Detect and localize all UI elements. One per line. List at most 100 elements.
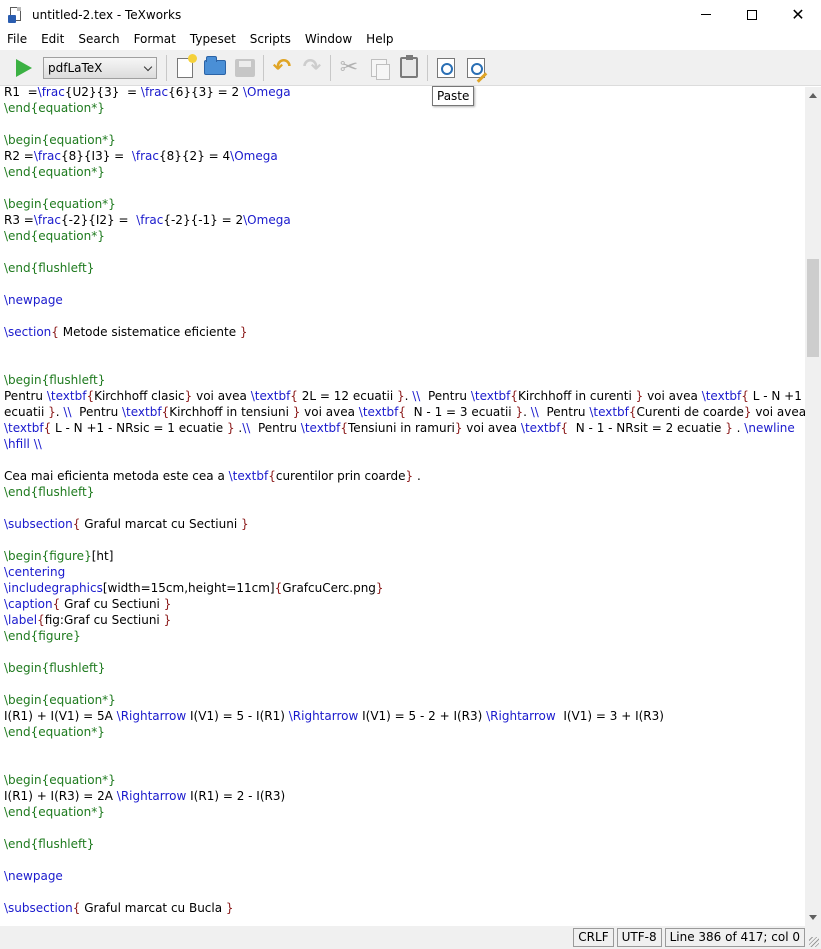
editor-line[interactable]: \subsection{ Graful marcat cu Bucla } (4, 900, 802, 916)
editor-token: \Rightarrow (288, 709, 359, 723)
editor-line[interactable] (4, 308, 802, 324)
editor-line[interactable] (4, 884, 802, 900)
editor-line[interactable]: R3 =\frac{-2}{I2} = \frac{-2}{-1} = 2\Om… (4, 212, 802, 228)
editor-token: Pentru (4, 389, 47, 403)
editor-token: {U2}{3} = (64, 87, 141, 99)
vertical-scrollbar[interactable] (805, 87, 821, 926)
scroll-down-arrow-icon[interactable] (809, 915, 817, 920)
editor-line[interactable]: Pentru \textbf{Kirchhoff clasic} voi ave… (4, 388, 802, 404)
editor-line[interactable] (4, 756, 802, 772)
editor-token: } (240, 517, 249, 531)
scroll-up-arrow-icon[interactable] (809, 93, 817, 98)
editor-line[interactable]: \centering (4, 564, 802, 580)
editor-token: \end{equation*} (4, 165, 105, 179)
editor-line[interactable]: \begin{flushleft} (4, 372, 802, 388)
editor-line[interactable]: \end{flushleft} (4, 260, 802, 276)
editor-line[interactable]: \begin{flushleft} (4, 660, 802, 676)
editor-line[interactable] (4, 852, 802, 868)
toolbar: pdfLaTeX ↶ ↷ ✂ (0, 50, 821, 86)
menu-window[interactable]: Window (298, 29, 359, 50)
editor-line[interactable]: \includegraphics[width=15cm,height=11cm]… (4, 580, 802, 596)
editor-line[interactable]: R1 =\frac{U2}{3} = \frac{6}{3} = 2 \Omeg… (4, 87, 802, 100)
editor-text[interactable]: R1 =\frac{U2}{3} = \frac{6}{3} = 2 \Omeg… (4, 87, 805, 916)
scrollbar-thumb[interactable] (807, 259, 819, 357)
editor-line[interactable]: ecuatii }. \\ Pentru \textbf{Kirchhoff i… (4, 404, 805, 420)
editor-line[interactable]: \end{flushleft} (4, 484, 802, 500)
resize-grip-icon[interactable] (809, 937, 819, 947)
replace-button[interactable] (462, 54, 490, 82)
editor-line[interactable]: \begin{figure}[ht] (4, 548, 802, 564)
paste-button[interactable] (395, 54, 423, 82)
editor-line[interactable]: I(R1) + I(R3) = 2A \Rightarrow I(R1) = 2… (4, 788, 802, 804)
editor-line[interactable] (4, 740, 802, 756)
menu-format[interactable]: Format (127, 29, 183, 50)
editor-line[interactable]: \end{equation*} (4, 804, 802, 820)
editor-line[interactable]: R2 =\frac{8}{I3} = \frac{8}{2} = 4\Omega (4, 148, 802, 164)
menu-edit[interactable]: Edit (34, 29, 71, 50)
undo-button[interactable]: ↶ (268, 54, 296, 82)
editor-line[interactable] (4, 532, 802, 548)
editor-line[interactable]: \newpage (4, 868, 802, 884)
editor-line[interactable] (4, 340, 802, 356)
maximize-button[interactable] (729, 0, 775, 29)
minimize-icon (701, 14, 711, 15)
encoding-indicator[interactable]: UTF-8 (616, 928, 662, 947)
editor-line[interactable]: \begin{equation*} (4, 132, 802, 148)
editor-line[interactable]: I(R1) + I(V1) = 5A \Rightarrow I(V1) = 5… (4, 708, 802, 724)
editor-line[interactable]: \end{equation*} (4, 164, 802, 180)
menu-help[interactable]: Help (359, 29, 400, 50)
find-button[interactable] (432, 54, 460, 82)
editor-line[interactable]: \end{equation*} (4, 724, 802, 740)
editor-token: Tensiuni in ramuri (348, 421, 455, 435)
save-button[interactable] (231, 54, 259, 82)
editor-line[interactable]: \end{figure} (4, 628, 802, 644)
editor-line[interactable]: \caption{ Graf cu Sectiuni } (4, 596, 802, 612)
editor-line[interactable]: \hfill \\ (4, 436, 802, 452)
editor-token: \newpage (4, 293, 63, 307)
editor-line[interactable]: \subsection{ Graful marcat cu Sectiuni } (4, 516, 802, 532)
editor-line[interactable] (4, 116, 802, 132)
menu-typeset[interactable]: Typeset (183, 29, 243, 50)
editor-line[interactable] (4, 500, 802, 516)
editor-line[interactable] (4, 180, 802, 196)
editor-line[interactable] (4, 356, 802, 372)
source-editor[interactable]: R1 =\frac{U2}{3} = \frac{6}{3} = 2 \Omeg… (0, 87, 805, 926)
open-button[interactable] (201, 54, 229, 82)
line-ending-indicator[interactable]: CRLF (573, 928, 614, 947)
typeset-engine-select[interactable]: pdfLaTeX (43, 56, 157, 79)
editor-line[interactable]: \begin{equation*} (4, 196, 802, 212)
editor-token: } (405, 469, 414, 483)
cursor-position-indicator[interactable]: Line 386 of 417; col 0 (664, 928, 805, 947)
editor-line[interactable] (4, 676, 802, 692)
typeset-button[interactable] (10, 54, 38, 82)
editor-line[interactable]: \end{equation*} (4, 100, 802, 116)
editor-token: Graf cu Sectiuni (60, 597, 164, 611)
close-button[interactable]: ✕ (775, 0, 821, 29)
editor-line[interactable]: \begin{equation*} (4, 772, 802, 788)
copy-button[interactable] (365, 54, 393, 82)
editor-line[interactable] (4, 452, 802, 468)
cut-button[interactable]: ✂ (335, 54, 363, 82)
editor-line[interactable] (4, 644, 802, 660)
editor-token: } (225, 901, 234, 915)
editor-line[interactable]: \begin{equation*} (4, 692, 802, 708)
editor-line[interactable] (4, 244, 802, 260)
editor-line[interactable]: \textbf{ L - N +1 - NRsic = 1 ecuatie } … (4, 420, 802, 436)
editor-token: Pentru (538, 405, 590, 419)
editor-line[interactable] (4, 820, 802, 836)
editor-token: Kirchhoff in tensiuni (169, 405, 293, 419)
editor-line[interactable]: \end{flushleft} (4, 836, 802, 852)
editor-line[interactable]: Cea mai eficienta metoda este cea a \tex… (4, 468, 802, 484)
new-document-button[interactable] (171, 53, 199, 82)
redo-button[interactable]: ↷ (298, 54, 326, 82)
menu-search[interactable]: Search (71, 29, 126, 50)
editor-line[interactable] (4, 276, 802, 292)
menu-file[interactable]: File (0, 29, 34, 50)
editor-line[interactable]: \end{equation*} (4, 228, 802, 244)
minimize-button[interactable] (683, 0, 729, 29)
editor-line[interactable]: \section{ Metode sistematice eficiente } (4, 324, 802, 340)
menu-scripts[interactable]: Scripts (243, 29, 298, 50)
editor-line[interactable]: \newpage (4, 292, 802, 308)
editor-token: { (510, 389, 519, 403)
editor-line[interactable]: \label{fig:Graf cu Sectiuni } (4, 612, 802, 628)
